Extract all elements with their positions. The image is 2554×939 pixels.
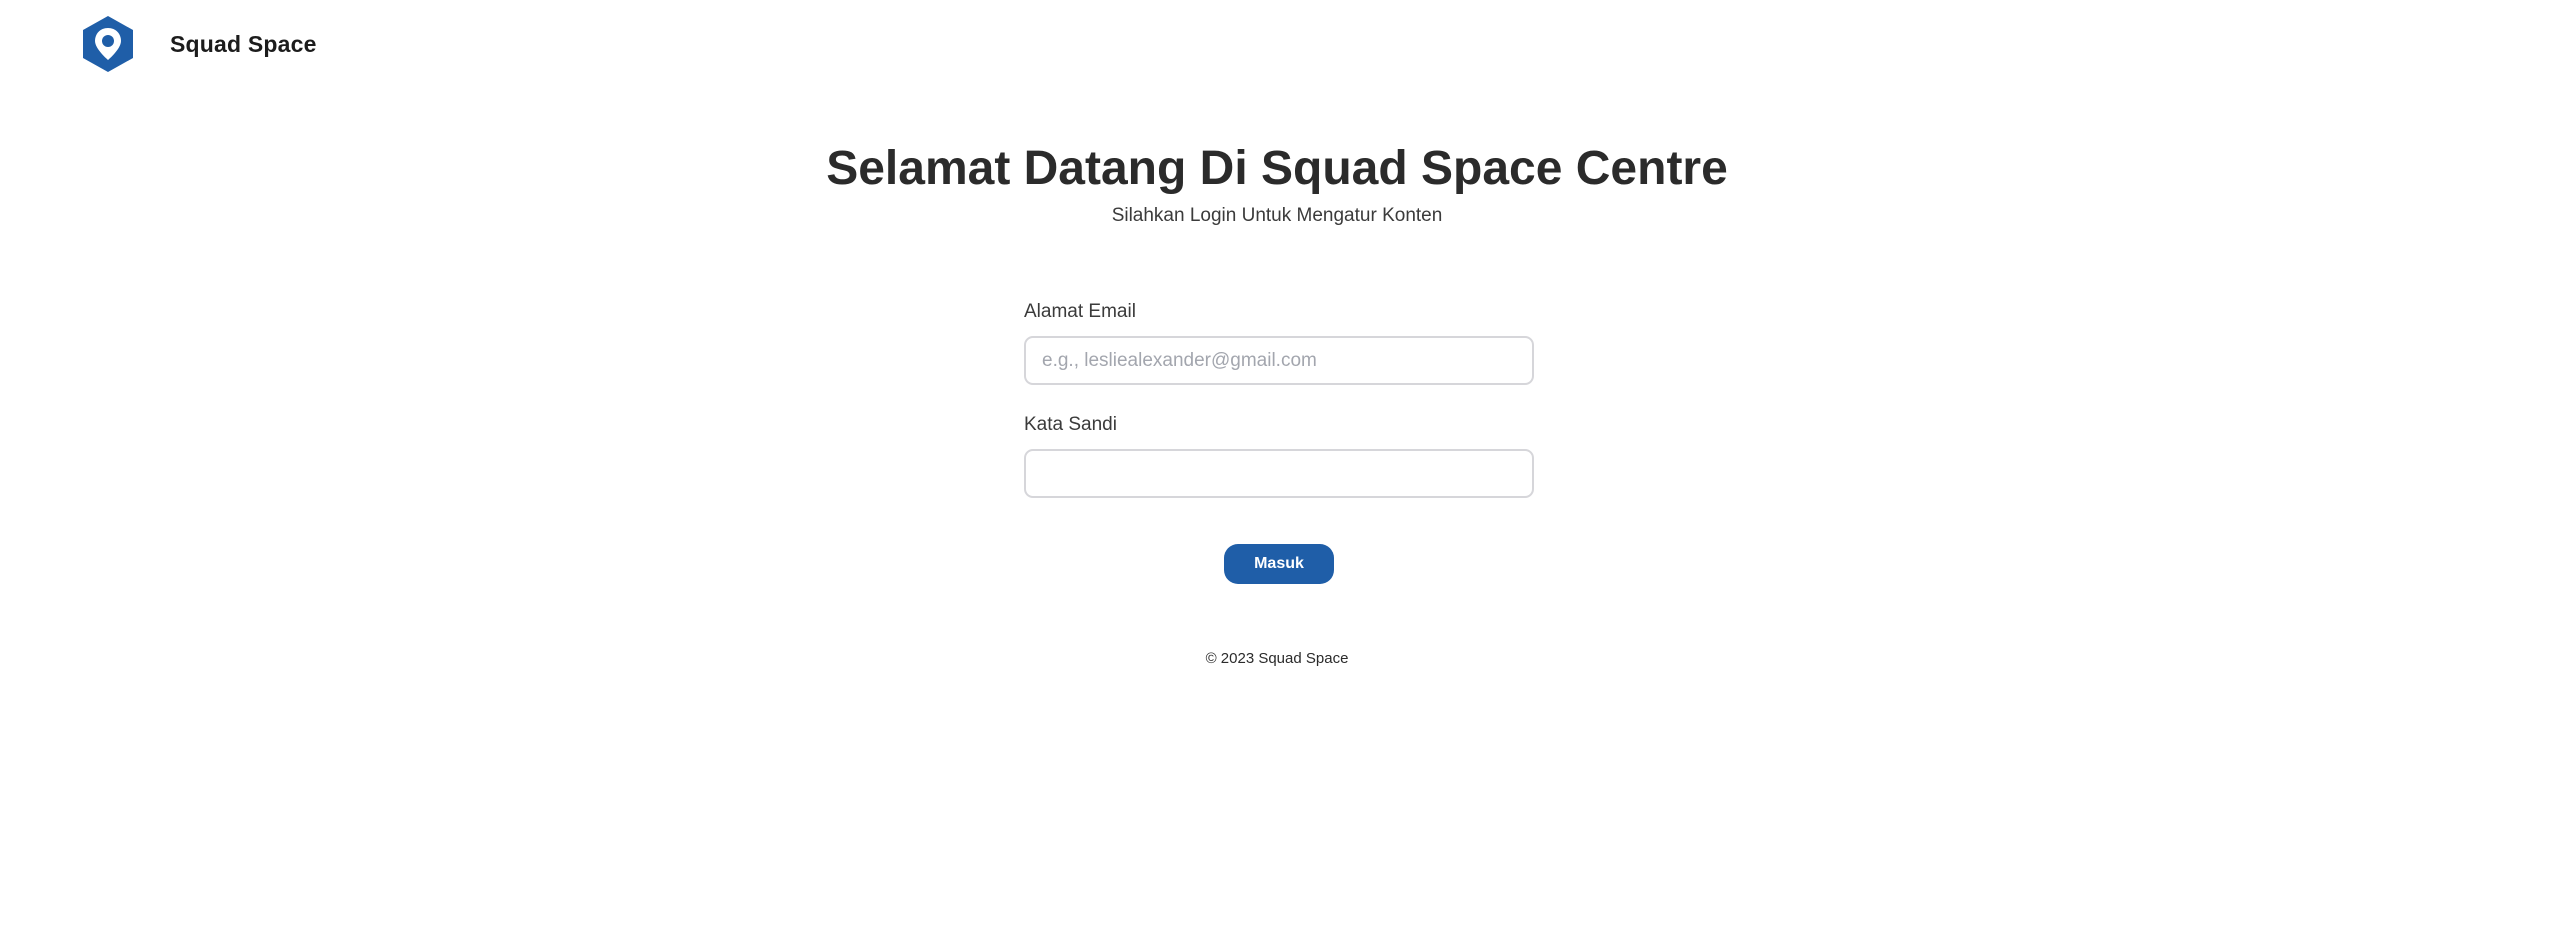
- site-header: Squad Space: [80, 14, 317, 74]
- login-page: Squad Space Selamat Datang Di Squad Spac…: [0, 0, 2554, 939]
- email-label: Alamat Email: [1024, 301, 1136, 322]
- submit-wrap: Masuk: [1024, 544, 1534, 584]
- location-pin-hexagon-icon[interactable]: [80, 14, 136, 74]
- password-group: Kata Sandi: [1024, 413, 1534, 498]
- login-button[interactable]: Masuk: [1224, 544, 1334, 584]
- login-form: Alamat Email Kata Sandi Masuk: [1024, 300, 1534, 584]
- email-field[interactable]: [1024, 336, 1534, 385]
- brand-name[interactable]: Squad Space: [170, 31, 317, 58]
- page-subtitle: Silahkan Login Untuk Mengatur Konten: [1111, 205, 1443, 226]
- copyright-footer: © 2023 Squad Space: [1205, 650, 1349, 667]
- page-title: Selamat Datang Di Squad Space Centre: [826, 142, 1728, 195]
- password-field[interactable]: [1024, 449, 1534, 498]
- email-group: Alamat Email: [1024, 300, 1534, 385]
- password-label: Kata Sandi: [1024, 414, 1117, 435]
- hero: Selamat Datang Di Squad Space Centre Sil…: [0, 140, 2554, 228]
